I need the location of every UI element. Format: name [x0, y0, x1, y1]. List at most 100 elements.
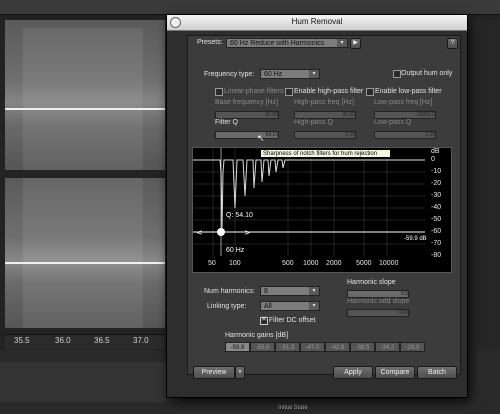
base-frequency-label: Base frequency [Hz]: [215, 99, 279, 106]
svg-text:<: <: [196, 228, 203, 237]
harmonic-gain-field[interactable]: -42.8: [325, 342, 350, 352]
lowpass-freq-label: Low-pass freq [Hz]: [374, 99, 433, 106]
freq-tick: 10000: [379, 260, 399, 267]
lowpass-q-value: 1.00: [425, 132, 435, 138]
svg-text:>: >: [244, 228, 251, 237]
lowpass-freq-slider[interactable]: 20000.0: [374, 111, 436, 119]
filter-dc-checkbox[interactable]: ✕: [260, 316, 268, 325]
frequency-type-value: 60 Hz: [264, 71, 283, 78]
harmonic-gains-row: -59.9 -55.6 -51.3 -47.0 -42.8 -38.5 -34.…: [225, 342, 425, 352]
enable-lowpass-checkbox[interactable]: [366, 88, 374, 96]
highpass-freq-slider[interactable]: 20.00: [294, 111, 356, 119]
lowpass-q-label: Low-pass Q: [374, 119, 412, 126]
highpass-freq-value: 20.00: [342, 112, 355, 118]
linking-type-label: Linking type:: [207, 303, 247, 310]
frequency-type-label: Frequency type:: [204, 71, 255, 78]
db-tick: -70: [431, 240, 442, 247]
freq-tick: 1000: [303, 260, 319, 267]
filter-q-slider[interactable]: 54.10: [215, 131, 279, 139]
chevron-down-icon: ▾: [309, 70, 319, 78]
time-selection[interactable]: [23, 178, 143, 328]
base-frequency-slider[interactable]: 60.00: [215, 111, 279, 119]
background-toolbar: [0, 0, 500, 15]
harmonic-slope-slider[interactable]: 0.5: [347, 290, 409, 298]
db-tick: -80: [431, 252, 442, 259]
time-selection[interactable]: [23, 28, 143, 170]
num-harmonics-dropdown[interactable]: 8 ▾: [260, 286, 320, 296]
compare-button[interactable]: Compare: [375, 366, 415, 379]
freq-tick: 50: [208, 260, 216, 267]
history-panel: [0, 362, 180, 402]
db-tick: -50: [431, 216, 442, 223]
linking-type-dropdown[interactable]: All ▾: [260, 301, 320, 311]
mouse-cursor-icon: ↖: [257, 133, 265, 143]
db-tick: -40: [431, 204, 442, 211]
batch-button[interactable]: Batch: [417, 366, 457, 379]
harmonic-gain-field[interactable]: -47.0: [300, 342, 325, 352]
db-tick: -60: [431, 228, 442, 235]
harmonic-gain-field[interactable]: -29.9: [400, 342, 425, 352]
amplitude-ruler: [468, 20, 500, 350]
q-readout: Q: 54.10: [226, 212, 253, 219]
hum-removal-dialog: Hum Removal Presets: 60 Hz Reduce with H…: [166, 14, 468, 398]
output-hum-only-checkbox[interactable]: [393, 70, 401, 78]
highpass-q-label: High-pass Q: [294, 119, 333, 126]
harmonic-slope-label: Harmonic slope: [347, 279, 396, 286]
help-button[interactable]: ?: [447, 38, 458, 49]
presets-dropdown[interactable]: 60 Hz Reduce with Harmonics ▾: [226, 38, 348, 48]
enable-highpass-checkbox[interactable]: [285, 88, 293, 96]
base-frequency-value: 60.00: [265, 112, 278, 118]
spectrogram-channel-bottom[interactable]: [5, 178, 165, 328]
highpass-freq-label: High-pass freq [Hz]: [294, 99, 354, 106]
db-readout: -59.9 dB: [404, 236, 427, 242]
waveform-line: [5, 262, 165, 264]
harmonic-gain-field[interactable]: -38.5: [350, 342, 375, 352]
waveform-line: [5, 108, 165, 110]
presets-value: 60 Hz Reduce with Harmonics: [230, 40, 325, 47]
history-status: Initial State: [278, 405, 308, 411]
preview-options-button[interactable]: ▾: [235, 366, 245, 379]
harmonic-odd-slope-value: 0.00: [398, 310, 408, 316]
harmonic-odd-slope-label: Harmonic odd slope: [347, 298, 410, 305]
harmonic-gain-field[interactable]: -51.3: [275, 342, 300, 352]
harmonic-gain-field[interactable]: -55.6: [250, 342, 275, 352]
highpass-q-slider[interactable]: 0.30: [294, 131, 356, 139]
spectrogram-channel-top[interactable]: [5, 20, 165, 170]
harmonic-odd-slope-slider[interactable]: 0.00: [347, 309, 409, 317]
db-tick: 0: [431, 156, 435, 163]
preview-button[interactable]: Preview: [193, 366, 235, 379]
dialog-title: Hum Removal: [291, 17, 343, 26]
filter-dc-label: Filter DC offset: [269, 317, 316, 324]
freq-tick: 2000: [326, 260, 342, 267]
db-tick: -20: [431, 180, 442, 187]
presets-label: Presets:: [197, 39, 223, 46]
linear-phase-label: Linear-phase filters: [224, 88, 284, 95]
filter-q-value: 54.10: [265, 132, 278, 138]
freq-readout: 60 Hz: [226, 247, 245, 254]
lowpass-freq-value: 20000.0: [416, 112, 435, 118]
harmonic-gain-field[interactable]: -34.2: [375, 342, 400, 352]
lowpass-q-slider[interactable]: 1.00: [374, 131, 436, 139]
time-tick: 37.0: [133, 336, 149, 345]
enable-lowpass-label: Enable low-pass filter: [375, 88, 442, 95]
chevron-down-icon: ▾: [309, 287, 319, 295]
dialog-titlebar[interactable]: Hum Removal: [167, 15, 467, 31]
filter-q-tooltip: Sharpness of notch filters for hum rejec…: [260, 149, 391, 158]
frequency-type-dropdown[interactable]: 60 Hz ▾: [260, 69, 320, 79]
filter-response-graph[interactable]: < > Q: 54.10 60 Hz -59.9 dB dB 0 -10 -20…: [192, 147, 452, 273]
chevron-down-icon: ▾: [309, 302, 319, 310]
time-tick: 36.0: [55, 336, 71, 345]
enable-highpass-label: Enable high-pass filter: [294, 88, 364, 95]
harmonic-gain-field[interactable]: -59.9: [225, 342, 250, 352]
freq-tick: 5000: [356, 260, 372, 267]
highpass-q-value: 0.30: [345, 132, 355, 138]
time-tick: 36.5: [94, 336, 110, 345]
filter-q-label: Filter Q: [215, 119, 238, 126]
harmonic-gains-label: Harmonic gains [dB]: [225, 332, 289, 339]
freq-tick: 500: [282, 260, 294, 267]
linear-phase-checkbox[interactable]: [215, 88, 223, 96]
play-preset-button[interactable]: ▶: [350, 38, 361, 49]
apply-button[interactable]: Apply: [333, 366, 373, 379]
db-axis-title: dB: [431, 148, 440, 155]
harmonic-slope-value: 0.5: [401, 291, 408, 297]
